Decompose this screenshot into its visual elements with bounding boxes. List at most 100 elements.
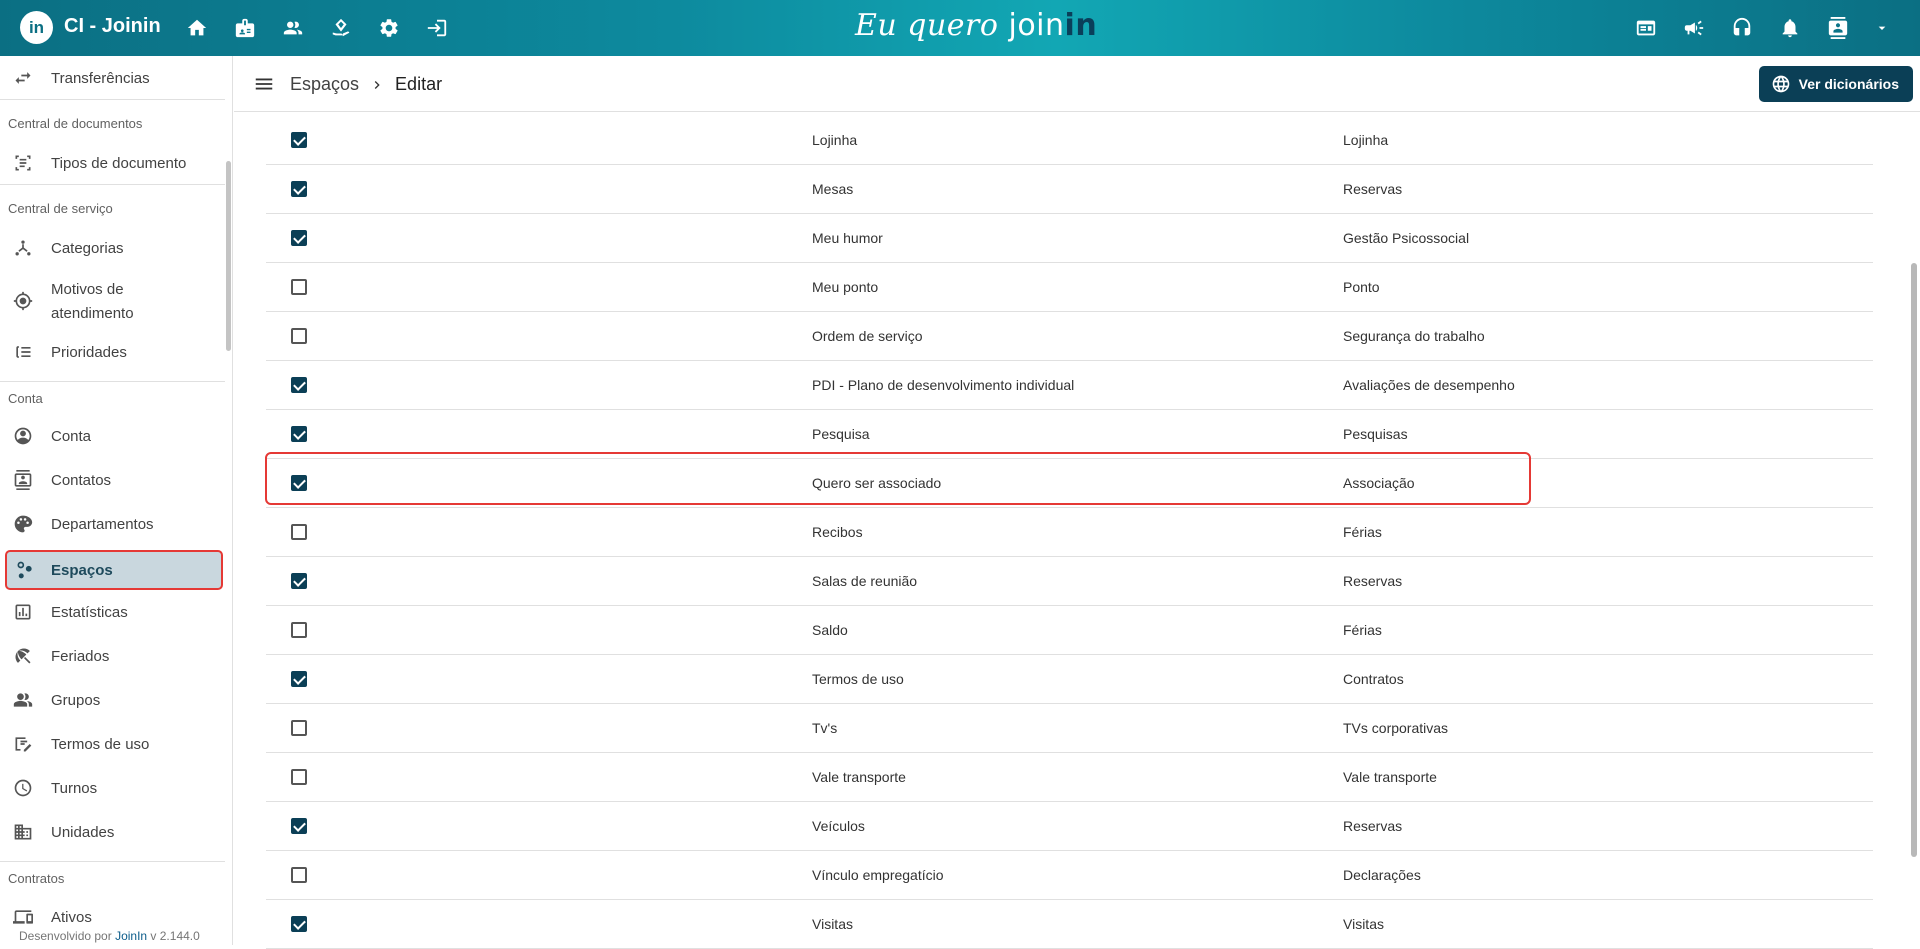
row-checkbox[interactable] — [291, 328, 307, 344]
sidebar-item-prioridades[interactable]: Prioridades — [0, 340, 225, 364]
menu-icon[interactable] — [252, 72, 276, 96]
sidebar-item-label: Categorias — [51, 239, 124, 257]
space-category: Reservas — [1343, 573, 1403, 589]
group-icon — [12, 689, 34, 711]
bubbles-icon — [14, 559, 36, 581]
footer-link[interactable]: JoinIn — [115, 929, 147, 943]
headset-icon[interactable] — [1718, 12, 1766, 44]
sidebar-item-espacos[interactable]: Espaços — [5, 550, 223, 590]
sidebar-item-label: Grupos — [51, 691, 101, 709]
space-category: Férias — [1343, 524, 1382, 540]
sidebar-item-label: Tipos de documento — [51, 154, 187, 172]
sidebar-item-categorias[interactable]: Categorias — [0, 236, 225, 260]
row-checkbox[interactable] — [291, 230, 307, 246]
login-icon[interactable] — [413, 12, 461, 44]
row-checkbox[interactable] — [291, 181, 307, 197]
row-checkbox[interactable] — [291, 279, 307, 295]
sidebar-item-feriados[interactable]: Feriados — [0, 644, 225, 668]
row-checkbox[interactable] — [291, 132, 307, 148]
divider — [0, 99, 225, 100]
row-checkbox[interactable] — [291, 524, 307, 540]
sidebar-item-label: Termos de uso — [51, 735, 150, 753]
sidebar-item-ativos[interactable]: Ativos — [0, 905, 225, 929]
space-name: Lojinha — [812, 132, 858, 148]
account-circle-icon — [12, 425, 34, 447]
divider — [0, 184, 225, 185]
sidebar-item-termos-uso[interactable]: Termos de uso — [0, 732, 225, 756]
space-name: PDI - Plano de desenvolvimento individua… — [812, 377, 1075, 393]
table-row: Veículos Reservas — [266, 802, 1873, 851]
sidebar-item-turnos[interactable]: Turnos — [0, 776, 225, 800]
sidebar-item-label: Turnos — [51, 779, 98, 797]
breadcrumb-parent[interactable]: Espaços — [290, 74, 359, 95]
brand-prefix: Eu quero — [855, 8, 1009, 43]
sidebar-item-transferencias[interactable]: Transferências — [0, 66, 225, 90]
space-category: Avaliações de desempenho — [1343, 377, 1515, 393]
contacts-icon — [12, 469, 34, 491]
app-logo[interactable]: in — [20, 11, 53, 44]
app-title[interactable]: CI - Joinin — [64, 15, 161, 38]
space-category: Segurança do trabalho — [1343, 328, 1485, 344]
gear-icon[interactable] — [365, 12, 413, 44]
main-scrollbar[interactable] — [1911, 263, 1917, 857]
sidebar-item-label: Unidades — [51, 823, 115, 841]
row-checkbox[interactable] — [291, 769, 307, 785]
ver-dicionarios-button[interactable]: Ver dicionários — [1758, 66, 1913, 102]
section-central-servico: Central de serviço — [8, 201, 113, 216]
badge-icon[interactable] — [221, 12, 269, 44]
space-category: TVs corporativas — [1343, 720, 1449, 736]
sidebar-item-motivos-atendimento[interactable]: Motivos de atendimento — [0, 276, 225, 326]
signature-icon — [12, 733, 34, 755]
divider — [0, 861, 225, 862]
sidebar-scrollbar[interactable] — [226, 161, 231, 351]
sidebar-item-grupos[interactable]: Grupos — [0, 688, 225, 712]
sidebar-item-label: Prioridades — [51, 343, 127, 361]
id-card-icon[interactable] — [1622, 12, 1670, 44]
document-scan-icon — [12, 152, 34, 174]
table-row: Mesas Reservas — [266, 165, 1873, 214]
row-checkbox[interactable] — [291, 377, 307, 393]
sidebar-item-conta[interactable]: Conta — [0, 424, 225, 448]
building-icon — [12, 821, 34, 843]
row-checkbox[interactable] — [291, 867, 307, 883]
row-checkbox[interactable] — [291, 916, 307, 932]
row-checkbox[interactable] — [291, 720, 307, 736]
space-name: Meu humor — [812, 230, 883, 246]
sidebar-item-estatisticas[interactable]: Estatísticas — [0, 600, 225, 624]
divider — [0, 381, 225, 382]
space-name: Vale transporte — [812, 769, 906, 785]
swap-icon — [12, 67, 34, 89]
space-name: Salas de reunião — [812, 573, 918, 589]
row-checkbox[interactable] — [291, 573, 307, 589]
bell-icon[interactable] — [1766, 12, 1814, 44]
row-checkbox[interactable] — [291, 671, 307, 687]
sidebar-item-departamentos[interactable]: Departamentos — [0, 512, 225, 536]
space-name: Mesas — [812, 181, 854, 197]
hub-icon — [12, 237, 34, 259]
row-checkbox[interactable] — [291, 622, 307, 638]
sidebar-item-label: Conta — [51, 427, 92, 445]
section-conta: Conta — [8, 391, 43, 406]
row-checkbox[interactable] — [291, 426, 307, 442]
table-row: Lojinha Lojinha — [266, 116, 1873, 165]
table-row: Vínculo empregatício Declarações — [266, 851, 1873, 900]
sidebar-item-unidades[interactable]: Unidades — [0, 820, 225, 844]
chart-icon — [12, 601, 34, 623]
row-checkbox[interactable] — [291, 818, 307, 834]
people-icon[interactable] — [269, 12, 317, 44]
sidebar-item-label: Contatos — [51, 471, 112, 489]
diamond-hand-icon[interactable] — [317, 12, 365, 44]
sidebar-item-contatos[interactable]: Contatos — [0, 468, 225, 492]
sidebar-item-label-line2: atendimento — [51, 305, 134, 322]
megaphone-icon[interactable] — [1670, 12, 1718, 44]
home-icon[interactable] — [173, 12, 221, 44]
table-row: Visitas Visitas — [266, 900, 1873, 949]
sidebar-item-tipos-documento[interactable]: Tipos de documento — [0, 151, 225, 175]
chevron-down-icon[interactable] — [1862, 12, 1902, 44]
sidebar-footer: Desenvolvido por JoinIn v 2.144.0 — [19, 929, 200, 943]
space-name: Saldo — [812, 622, 848, 638]
sidebar-item-label: Feriados — [51, 647, 110, 665]
brand-join: join — [1008, 8, 1065, 43]
contact-icon[interactable] — [1814, 12, 1862, 44]
chevron-right-icon — [369, 77, 385, 93]
